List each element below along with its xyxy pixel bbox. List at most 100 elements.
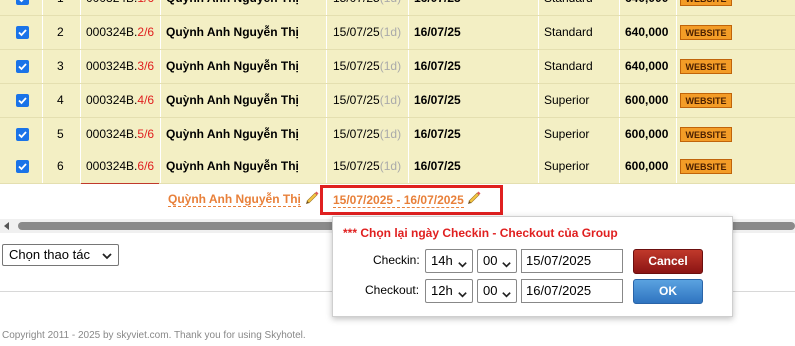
guest-name: Quỳnh Anh Nguyễn Thị — [166, 159, 299, 173]
table-row[interactable]: 6 000324B.6/6 Quỳnh Anh Nguyễn Thị 15/07… — [0, 150, 795, 184]
column-divider — [676, 16, 677, 49]
column-divider — [42, 16, 43, 49]
guest-name: Quỳnh Anh Nguyễn Thị — [166, 59, 299, 73]
booking-code[interactable]: 000324B.5/6 — [86, 118, 154, 151]
booking-code[interactable]: 000324B.6/6 — [86, 150, 154, 183]
pencil-icon[interactable] — [305, 191, 319, 208]
checkin-date-value: 15/07/25 — [333, 59, 380, 73]
booking-code[interactable]: 000324B.3/6 — [86, 50, 154, 83]
checkout-label: Checkout: — [365, 283, 420, 297]
table-row[interactable]: 5 000324B.5/6 Quỳnh Anh Nguyễn Thị 15/07… — [0, 118, 795, 152]
booking-code-prefix: 000324B. — [86, 127, 138, 141]
source-badge: WEBSITE — [680, 59, 732, 74]
action-select[interactable]: Chọn thao tác — [2, 244, 119, 266]
column-divider — [619, 150, 620, 183]
checkin-date: 15/07/25(1d) — [333, 0, 401, 15]
checkin-date: 15/07/25(1d) — [333, 150, 401, 183]
room-type: Standard — [544, 59, 593, 73]
price: 600,000 — [625, 159, 669, 173]
column-divider — [619, 50, 620, 83]
group-guest-name-link[interactable]: Quỳnh Anh Nguyễn Thị — [168, 192, 301, 207]
column-divider — [42, 84, 43, 117]
checkin-label: Checkin: — [373, 253, 420, 267]
source-badge: WEBSITE — [680, 0, 732, 6]
row-number: 2 — [57, 25, 64, 39]
checkin-date-value: 15/07/25 — [333, 25, 380, 39]
column-divider — [538, 50, 539, 83]
room-type: Superior — [544, 93, 590, 107]
row-number: 4 — [57, 93, 64, 107]
column-divider — [42, 118, 43, 151]
group-dates-link[interactable]: 15/07/2025 - 16/07/2025 — [333, 193, 464, 208]
column-divider — [42, 0, 43, 15]
scroll-left-arrow-icon[interactable] — [4, 222, 9, 230]
checkout-date: 16/07/25 — [414, 59, 461, 73]
column-divider — [619, 84, 620, 117]
column-divider — [538, 0, 539, 15]
column-divider — [408, 16, 409, 49]
checkbox-checked-icon[interactable] — [16, 0, 29, 5]
column-divider — [326, 50, 327, 83]
checkbox-checked-icon[interactable] — [16, 160, 29, 173]
checkin-minute-select[interactable]: 00 — [477, 249, 517, 273]
room-type: Standard — [544, 0, 593, 15]
checkbox-checked-icon[interactable] — [16, 128, 29, 141]
column-divider — [160, 0, 161, 15]
nights: (1d) — [379, 59, 402, 73]
checkout-date: 16/07/25 — [414, 127, 461, 141]
table-row[interactable]: 1 000324B.1/6 Quỳnh Anh Nguyễn Thị 15/07… — [0, 0, 795, 16]
checkin-date: 15/07/25(1d) — [333, 118, 401, 151]
column-divider — [408, 0, 409, 15]
pencil-icon[interactable] — [467, 191, 481, 208]
action-select-value: Chọn thao tác — [9, 247, 90, 262]
booking-code-suffix: 5/6 — [137, 127, 155, 141]
guest-name: Quỳnh Anh Nguyễn Thị — [166, 93, 299, 107]
checkin-date: 15/07/25(1d) — [333, 50, 401, 83]
cancel-button[interactable]: Cancel — [633, 249, 703, 274]
column-divider — [326, 0, 327, 15]
column-divider — [326, 16, 327, 49]
column-divider — [538, 84, 539, 117]
checkout-hour-select[interactable]: 12h — [425, 279, 473, 303]
column-divider — [676, 84, 677, 117]
ok-button[interactable]: OK — [633, 279, 703, 304]
footer-copyright: Copyright 2011 - 2025 by skyviet.com. Th… — [2, 330, 306, 341]
column-divider — [619, 16, 620, 49]
guest-name: Quỳnh Anh Nguyễn Thị — [166, 127, 299, 141]
column-divider — [408, 84, 409, 117]
checkout-date: 16/07/25 — [414, 159, 461, 173]
booking-code-suffix: 3/6 — [137, 59, 155, 73]
checkbox-checked-icon[interactable] — [16, 94, 29, 107]
booking-code-suffix: 4/6 — [137, 93, 155, 107]
price: 600,000 — [625, 127, 669, 141]
room-type: Standard — [544, 25, 593, 39]
booking-code[interactable]: 000324B.2/6 — [86, 16, 154, 49]
booking-code-prefix: 000324B. — [86, 59, 138, 73]
table-row[interactable]: 4 000324B.4/6 Quỳnh Anh Nguyễn Thị 15/07… — [0, 84, 795, 118]
checkout-date: 16/07/25 — [414, 0, 461, 15]
booking-code-suffix: 2/6 — [137, 25, 155, 39]
column-divider — [538, 118, 539, 151]
booking-code-prefix: 000324B. — [86, 25, 138, 39]
row-number: 3 — [57, 59, 64, 73]
checkin-date-input[interactable]: 15/07/2025 — [521, 249, 623, 273]
table-row[interactable]: 3 000324B.3/6 Quỳnh Anh Nguyễn Thị 15/07… — [0, 50, 795, 84]
checkbox-checked-icon[interactable] — [16, 26, 29, 39]
checkin-hour-select[interactable]: 14h — [425, 249, 473, 273]
checkout-hour-value: 12h — [431, 283, 453, 298]
change-dates-popup: *** Chọn lại ngày Checkin - Checkout của… — [332, 216, 733, 317]
checkbox-checked-icon[interactable] — [16, 60, 29, 73]
checkout-date-input[interactable]: 16/07/2025 — [521, 279, 623, 303]
column-divider — [408, 150, 409, 183]
column-divider — [408, 50, 409, 83]
nights: (1d) — [380, 0, 401, 5]
column-divider — [42, 50, 43, 83]
table-row[interactable]: 2 000324B.2/6 Quỳnh Anh Nguyễn Thị 15/07… — [0, 16, 795, 50]
column-divider — [160, 118, 161, 151]
booking-code[interactable]: 000324B.1/6 — [86, 0, 154, 15]
column-divider — [538, 16, 539, 49]
checkout-minute-select[interactable]: 00 — [477, 279, 517, 303]
booking-code[interactable]: 000324B.4/6 — [86, 84, 154, 117]
column-divider — [408, 118, 409, 151]
chevron-down-icon — [457, 255, 468, 277]
